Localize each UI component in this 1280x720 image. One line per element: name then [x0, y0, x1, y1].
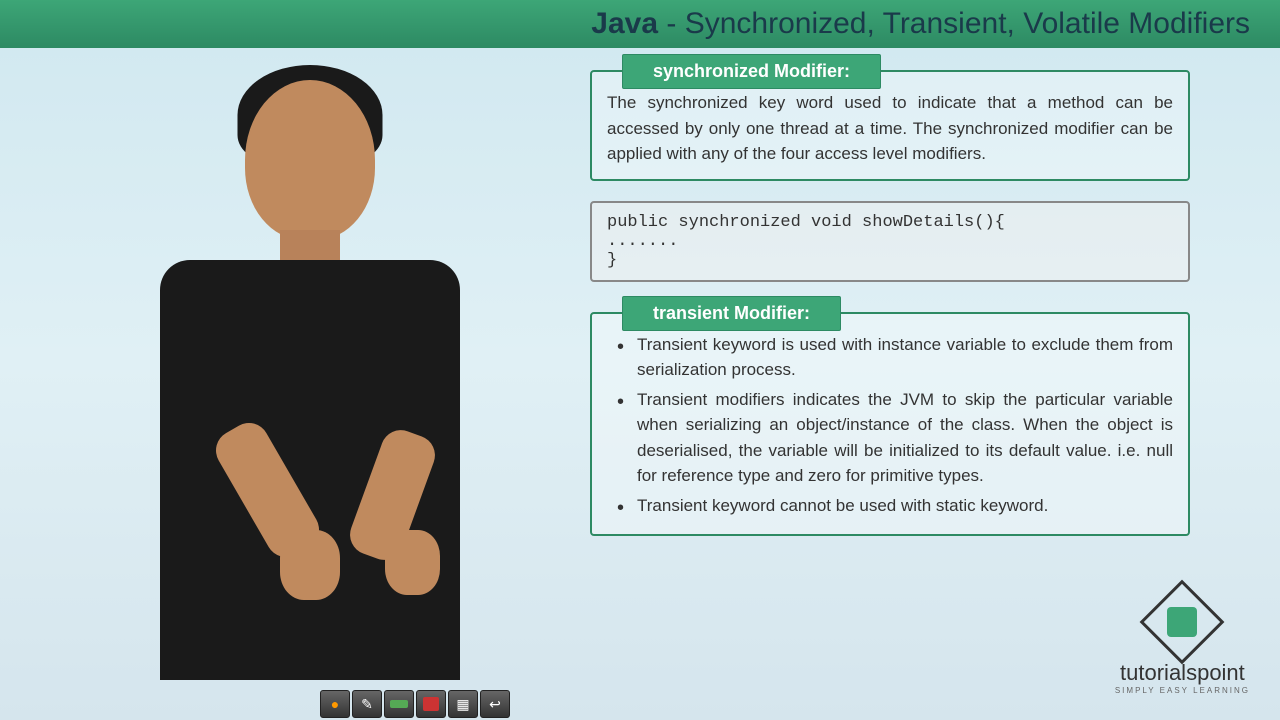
marker-tool-button[interactable] [416, 690, 446, 718]
title-java: Java [591, 7, 658, 40]
title-subtitle: - Synchronized, Transient, Volatile Modi… [658, 7, 1250, 40]
synchronized-section: synchronized Modifier: The synchronized … [590, 70, 1190, 181]
synchronized-text: The synchronized key word used to indica… [607, 90, 1173, 167]
return-tool-button[interactable]: ↩ [480, 690, 510, 718]
transient-bullet-1: Transient keyword is used with instance … [607, 332, 1173, 383]
pen-tool-button[interactable]: ✎ [352, 690, 382, 718]
presenter-figure [120, 70, 500, 690]
transient-bullet-3: Transient keyword cannot be used with st… [607, 493, 1173, 519]
transient-section: transient Modifier: Transient keyword is… [590, 312, 1190, 537]
content-area: synchronized Modifier: The synchronized … [590, 70, 1190, 556]
logo-suffix: point [1197, 660, 1245, 685]
transient-label: transient Modifier: [622, 296, 841, 331]
transient-bullets: Transient keyword is used with instance … [607, 332, 1173, 519]
annotation-toolbar: ● ✎ ▦ ↩ [320, 690, 510, 718]
eraser-tool-button[interactable] [384, 690, 414, 718]
transient-bullet-2: Transient modifiers indicates the JVM to… [607, 387, 1173, 489]
page-tool-button[interactable]: ▦ [448, 690, 478, 718]
header-bar: Java - Synchronized, Transient, Volatile… [0, 0, 1280, 48]
page-title: Java - Synchronized, Transient, Volatile… [591, 7, 1250, 41]
code-snippet: public synchronized void showDetails(){ … [590, 201, 1190, 282]
synchronized-label: synchronized Modifier: [622, 54, 881, 89]
highlighter-tool-button[interactable]: ● [320, 690, 350, 718]
logo-tagline: SIMPLY EASY LEARNING [1115, 686, 1250, 695]
logo-diamond-icon [1140, 580, 1225, 665]
logo-prefix: tutorials [1120, 660, 1197, 685]
brand-logo: tutorialspoint SIMPLY EASY LEARNING [1115, 592, 1250, 695]
